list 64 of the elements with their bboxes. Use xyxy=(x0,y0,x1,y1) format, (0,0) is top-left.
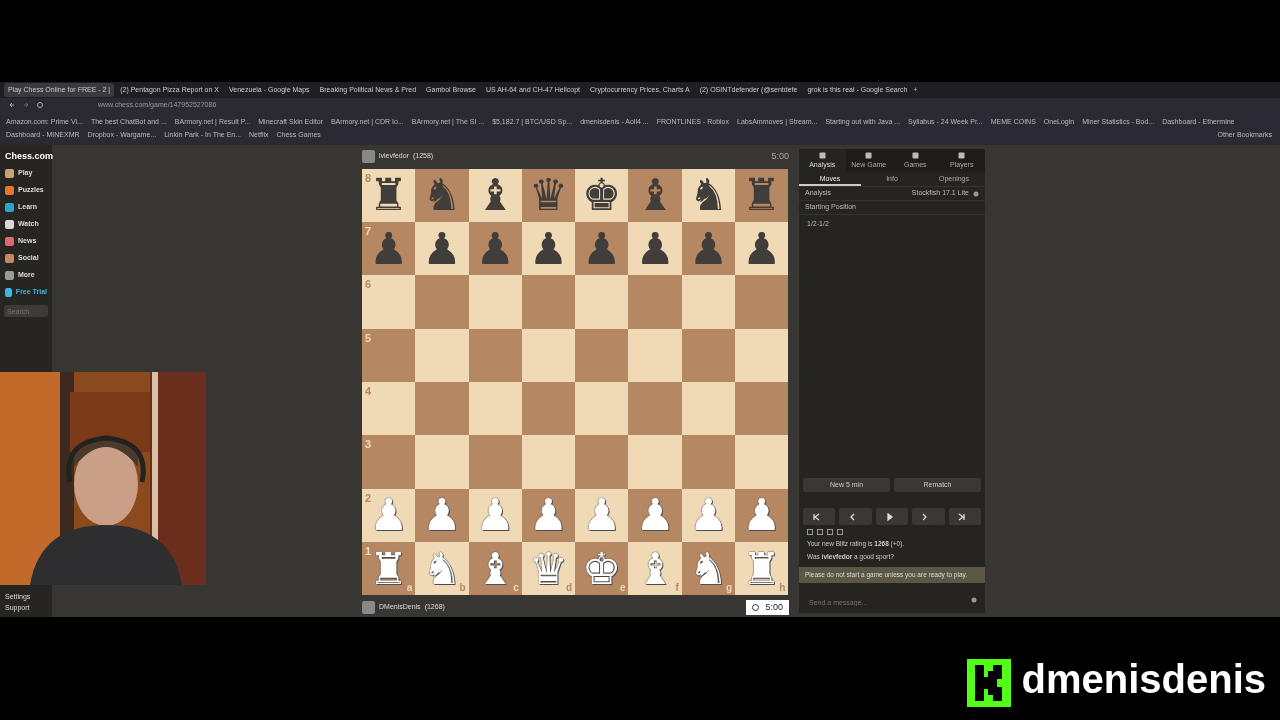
board-square[interactable] xyxy=(575,382,629,436)
file-label: g xyxy=(725,582,733,596)
chess-piece[interactable]: ♞ xyxy=(688,173,729,218)
back-icon xyxy=(8,101,16,109)
rank-label: 2 xyxy=(365,490,372,506)
rank-label: 3 xyxy=(365,437,372,453)
file-label: e xyxy=(619,582,626,596)
rank-label: 5 xyxy=(365,330,372,346)
clock-time: 5:00 xyxy=(765,600,783,614)
board-square[interactable]: ♟ xyxy=(415,222,469,276)
board-square[interactable] xyxy=(521,328,576,382)
board-square[interactable] xyxy=(468,382,522,436)
file-label: c xyxy=(513,582,519,596)
k-logo-icon xyxy=(967,659,1012,707)
tab-icon xyxy=(818,151,826,159)
file-label: d xyxy=(566,581,573,596)
chess-piece[interactable]: ♚ xyxy=(582,173,622,218)
board-square[interactable] xyxy=(735,328,789,382)
tab-icon xyxy=(958,151,966,159)
board-square[interactable] xyxy=(681,382,736,436)
clock: 5:00 xyxy=(771,149,789,163)
chess-piece[interactable]: ♟ xyxy=(635,226,675,271)
board-square[interactable] xyxy=(521,382,576,436)
last-icon xyxy=(957,512,967,521)
board-square[interactable] xyxy=(681,435,736,489)
file-label: a xyxy=(406,581,413,596)
chess-piece[interactable]: ♟ xyxy=(528,226,569,271)
board-square[interactable] xyxy=(575,328,629,382)
tab-icon xyxy=(911,151,919,159)
rank-label: 1 xyxy=(365,543,372,559)
file-label: b xyxy=(459,581,466,596)
board-square[interactable]: ♟ xyxy=(521,222,576,276)
board-square[interactable] xyxy=(468,328,522,382)
avatar xyxy=(362,601,375,615)
board-square[interactable]: ♞ xyxy=(681,168,736,223)
board-square[interactable]: ♝ xyxy=(468,168,522,223)
rank-label: 8 xyxy=(365,170,372,186)
channel-name: dmenisdenis xyxy=(1021,659,1266,699)
file-label: h xyxy=(779,581,786,596)
board-square[interactable] xyxy=(681,275,736,329)
board-square[interactable]: ♟ xyxy=(628,222,682,276)
chess-piece[interactable]: ♟ xyxy=(422,226,462,271)
chess-piece[interactable]: ♝ xyxy=(475,173,515,218)
board-square[interactable] xyxy=(521,435,576,489)
logo: Chess.com xyxy=(4,149,52,163)
nav-button[interactable] xyxy=(948,508,982,526)
clock-icon xyxy=(752,604,760,612)
rank-label: 6 xyxy=(365,277,372,293)
nav-button[interactable] xyxy=(875,508,909,526)
tab-icon xyxy=(865,151,873,159)
board-square[interactable] xyxy=(681,328,736,382)
rank-label: 7 xyxy=(365,224,372,240)
rank-label: 4 xyxy=(365,384,372,399)
board-square[interactable] xyxy=(521,275,576,329)
reload-icon xyxy=(36,101,44,109)
forward-icon xyxy=(22,101,30,109)
play-icon xyxy=(884,512,894,521)
chess-piece[interactable]: ♟ xyxy=(742,226,782,271)
board-square[interactable]: ♟ xyxy=(735,222,789,276)
nav-button[interactable] xyxy=(803,508,836,526)
file-label: f xyxy=(675,581,679,596)
avatar xyxy=(362,149,375,163)
board-square[interactable]: ♚ xyxy=(575,168,629,223)
first-icon xyxy=(811,512,821,521)
